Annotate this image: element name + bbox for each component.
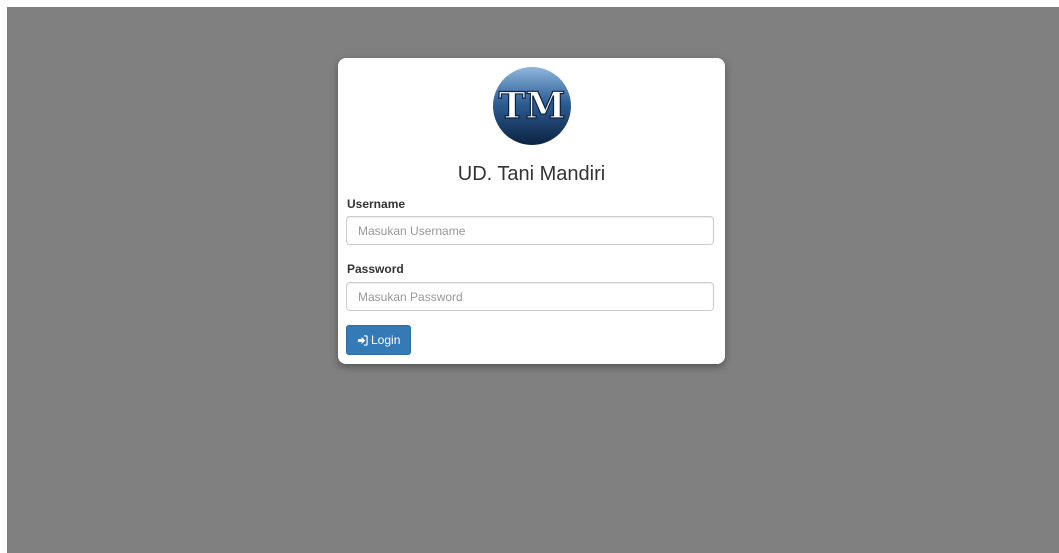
password-label: Password [347, 262, 404, 276]
brand-logo: TM [493, 67, 571, 145]
login-card: TM UD. Tani Mandiri Username Password Lo… [338, 58, 725, 364]
sign-in-icon [357, 334, 368, 346]
username-input[interactable] [346, 216, 714, 245]
password-input[interactable] [346, 282, 714, 311]
page-background: TM UD. Tani Mandiri Username Password Lo… [7, 7, 1059, 553]
logo-text: TM [499, 85, 566, 127]
username-label: Username [347, 197, 406, 211]
login-button[interactable]: Login [346, 325, 412, 355]
page-title: UD. Tani Mandiri [457, 163, 606, 185]
login-button-label: Login [371, 333, 401, 347]
